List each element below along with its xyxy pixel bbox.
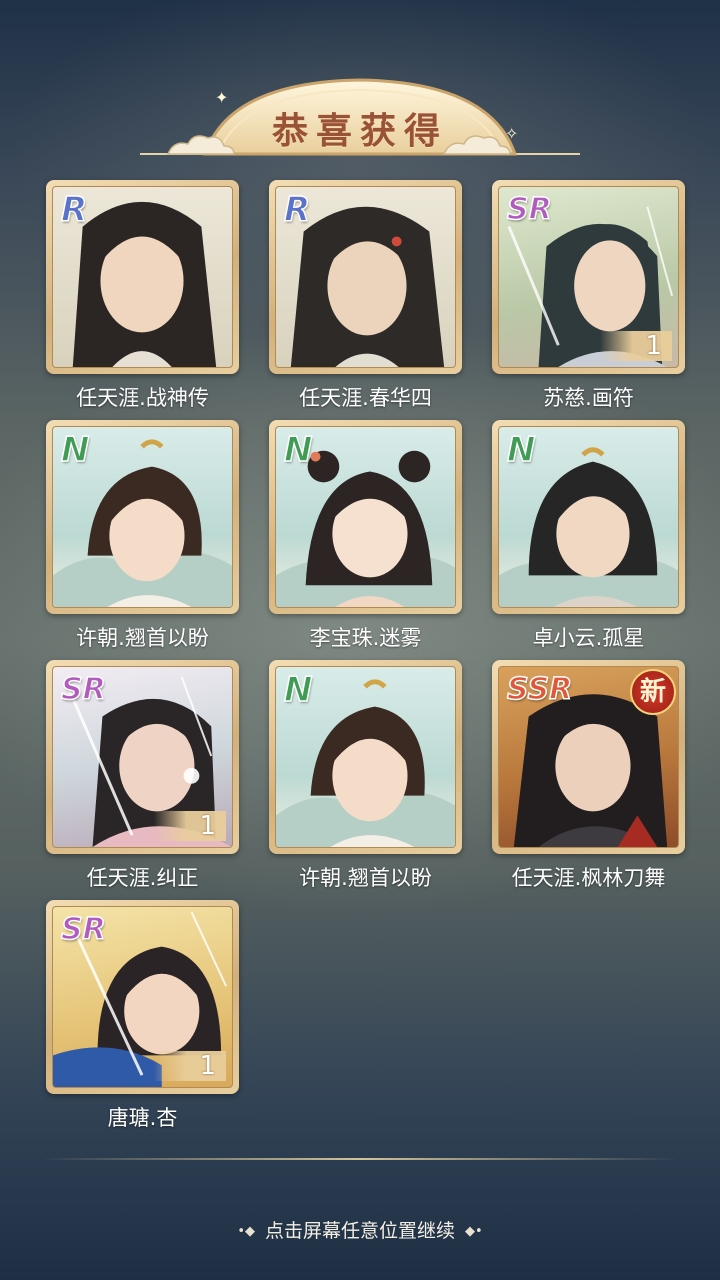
continue-text: 点击屏幕任意位置继续	[264, 1220, 455, 1242]
rarity-badge: N	[506, 430, 536, 470]
card-frame: N	[269, 660, 462, 854]
card-name: 许朝.翘首以盼	[299, 866, 432, 890]
card-name: 卓小云.孤星	[532, 626, 645, 650]
character-portrait: SR 1	[52, 666, 233, 848]
card-frame: SR 1	[492, 180, 685, 374]
tap-to-continue[interactable]: •◆ 点击屏幕任意位置继续 ◆•	[0, 1216, 720, 1243]
reward-card[interactable]: N 许朝.翘首以盼	[269, 660, 462, 890]
new-badge: 新	[630, 669, 676, 715]
reward-card[interactable]: SR 1 苏慈.画符	[492, 180, 685, 410]
card-frame: SR 1	[46, 660, 239, 854]
reward-card[interactable]: SR 1 唐瑭.杏	[46, 900, 239, 1130]
character-portrait: SSR 新	[498, 666, 679, 848]
card-name: 李宝珠.迷雾	[309, 626, 422, 650]
card-frame: R	[269, 180, 462, 374]
divider	[40, 1158, 680, 1160]
reward-card[interactable]: N 李宝珠.迷雾	[269, 420, 462, 650]
card-frame: N	[492, 420, 685, 614]
reward-banner: ✦ ✧ 恭喜获得	[0, 70, 720, 165]
rarity-badge: SR	[506, 192, 552, 228]
diamond-left-icon: •◆	[237, 1224, 255, 1239]
character-portrait: SR 1	[498, 186, 679, 368]
item-count: 1	[154, 1051, 226, 1081]
rarity-badge: N	[283, 670, 313, 710]
character-portrait: N	[275, 426, 456, 608]
rarity-badge: R	[283, 190, 311, 230]
character-portrait: R	[52, 186, 233, 368]
card-name: 许朝.翘首以盼	[76, 626, 209, 650]
rarity-badge: SSR	[506, 672, 573, 708]
character-portrait: N	[275, 666, 456, 848]
card-frame: N	[269, 420, 462, 614]
card-name: 任天涯.纠正	[86, 866, 199, 890]
reward-card[interactable]: N 许朝.翘首以盼	[46, 420, 239, 650]
rarity-badge: SR	[60, 672, 106, 708]
item-count: 1	[600, 331, 672, 361]
card-frame: R	[46, 180, 239, 374]
card-name: 任天涯.枫林刀舞	[511, 866, 666, 890]
character-portrait: N	[52, 426, 233, 608]
character-portrait: SR 1	[52, 906, 233, 1088]
reward-card[interactable]: R 任天涯.春华四	[269, 180, 462, 410]
reward-card[interactable]: N 卓小云.孤星	[492, 420, 685, 650]
card-name: 任天涯.战神传	[76, 386, 209, 410]
card-frame: N	[46, 420, 239, 614]
rarity-badge: R	[60, 190, 88, 230]
rarity-badge: N	[60, 430, 90, 470]
character-portrait: R	[275, 186, 456, 368]
item-count: 1	[154, 811, 226, 841]
rarity-badge: N	[283, 430, 313, 470]
card-frame: SSR 新	[492, 660, 685, 854]
card-name: 苏慈.画符	[543, 386, 634, 410]
reward-card[interactable]: SR 1 任天涯.纠正	[46, 660, 239, 890]
card-name: 任天涯.春华四	[299, 386, 432, 410]
reward-card[interactable]: R 任天涯.战神传	[46, 180, 239, 410]
banner-title: 恭喜获得	[271, 110, 448, 152]
card-frame: SR 1	[46, 900, 239, 1094]
card-name: 唐瑭.杏	[107, 1106, 178, 1130]
rarity-badge: SR	[60, 912, 106, 948]
character-portrait: N	[498, 426, 679, 608]
diamond-right-icon: ◆•	[465, 1224, 483, 1239]
reward-card[interactable]: SSR 新 任天涯.枫林刀舞	[492, 660, 685, 890]
reward-grid: R 任天涯.战神传 R 任天涯.春华四 SR 1 苏慈.画符 N 许朝.翘首以盼…	[46, 180, 686, 1130]
